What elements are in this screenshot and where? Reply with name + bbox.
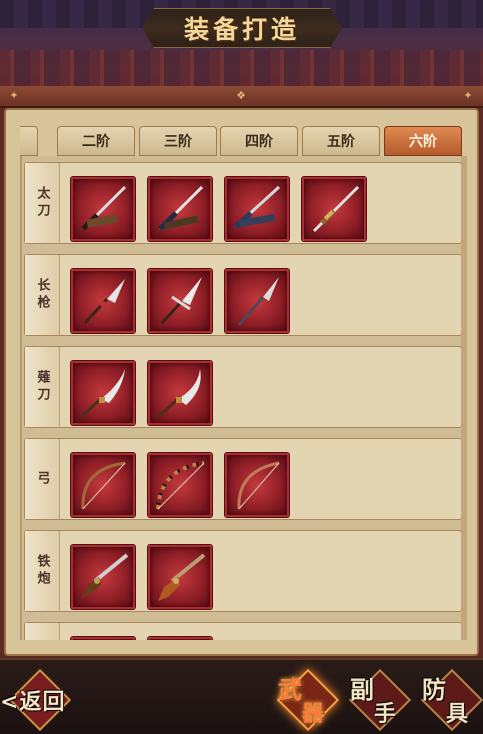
nav-char-bottom: 具	[446, 701, 469, 727]
item-slots	[71, 177, 366, 241]
tab-tier-1[interactable]: 阶	[20, 126, 38, 156]
bow-icon[interactable]	[71, 453, 135, 517]
category-row-spear: 长枪	[24, 254, 461, 336]
category-row-bow: 弓	[24, 438, 461, 520]
katana-icon[interactable]	[148, 177, 212, 241]
tab-tier-4[interactable]: 四阶	[220, 126, 298, 156]
tab-label: 六阶	[409, 134, 437, 150]
tab-label: 二阶	[82, 134, 110, 150]
tier-tabs: 阶 二阶 三阶 四阶 五阶 六阶	[20, 126, 463, 156]
offhand-nav-button[interactable]: 副 手	[348, 668, 412, 732]
naginata-icon[interactable]	[71, 361, 135, 425]
gun-icon[interactable]	[148, 545, 212, 609]
nav-char-bottom: 器	[302, 701, 325, 727]
naginata-icon[interactable]	[148, 361, 212, 425]
knot-ornament-icon: ❖	[236, 89, 246, 102]
back-button[interactable]: <返回	[0, 668, 76, 732]
item-slots	[71, 637, 212, 640]
tab-tier-5[interactable]: 五阶	[302, 126, 380, 156]
title-plate: 装备打造	[142, 8, 342, 48]
katana-icon[interactable]	[225, 177, 289, 241]
tab-label: 五阶	[327, 134, 355, 150]
category-label: 弓	[34, 470, 50, 488]
katana-icon[interactable]	[302, 177, 366, 241]
knot-ornament-icon: ✦	[9, 89, 19, 102]
category-label-box	[25, 623, 60, 640]
item-slots	[71, 453, 289, 517]
nav-char-top: 防	[422, 675, 446, 704]
tab-tier-3[interactable]: 三阶	[139, 126, 217, 156]
nav-char-bottom: 手	[374, 701, 397, 727]
spear-icon[interactable]	[71, 269, 135, 333]
category-label-box: 弓	[25, 439, 60, 519]
back-label: <返回	[0, 689, 66, 715]
bow-icon[interactable]	[148, 453, 212, 517]
knot-ornament-icon: ✦	[463, 89, 473, 102]
tab-label: 四阶	[245, 134, 273, 150]
item-slots	[71, 269, 289, 333]
category-label-box: 薙刀	[25, 347, 60, 427]
category-label-box: 铁炮	[25, 531, 60, 611]
nav-char-top: 副	[350, 675, 374, 704]
weapon-category-list[interactable]: 太刀 长枪 薙刀 弓 铁炮	[20, 156, 467, 640]
category-row-naginata: 薙刀	[24, 346, 461, 428]
header-banner: 装备打造	[0, 0, 483, 96]
category-label: 太刀	[34, 186, 50, 220]
board-top-trim: ✦ ❖ ✦	[0, 86, 483, 108]
tab-label: 三阶	[164, 134, 192, 150]
category-label: 铁炮	[34, 554, 50, 588]
category-row-katana: 太刀	[24, 162, 461, 244]
armor-nav-button[interactable]: 防 具	[420, 668, 483, 732]
background-lanterns	[0, 50, 483, 90]
category-label: 长枪	[34, 278, 50, 312]
category-label: 薙刀	[34, 370, 50, 404]
bottom-nav-bar: <返回 武 器 副 手 防 具	[0, 658, 483, 734]
back-text: 返回	[19, 689, 66, 715]
katana-icon[interactable]	[71, 177, 135, 241]
category-label-box: 长枪	[25, 255, 60, 335]
tab-tier-6[interactable]: 六阶	[384, 126, 462, 156]
gun-icon[interactable]	[71, 545, 135, 609]
bow-icon[interactable]	[225, 453, 289, 517]
nav-char-top: 武	[278, 675, 302, 704]
category-row-partial	[24, 622, 461, 640]
page-title: 装备打造	[183, 15, 300, 44]
weapon-nav-button[interactable]: 武 器	[276, 668, 340, 732]
category-row-gun: 铁炮	[24, 530, 461, 612]
spear-icon[interactable]	[225, 269, 289, 333]
item-slots	[71, 545, 212, 609]
item-icon[interactable]	[71, 637, 135, 640]
item-slots	[71, 361, 212, 425]
spear-icon[interactable]	[148, 269, 212, 333]
tab-tier-2[interactable]: 二阶	[57, 126, 135, 156]
item-icon[interactable]	[148, 637, 212, 640]
category-label-box: 太刀	[25, 163, 60, 243]
